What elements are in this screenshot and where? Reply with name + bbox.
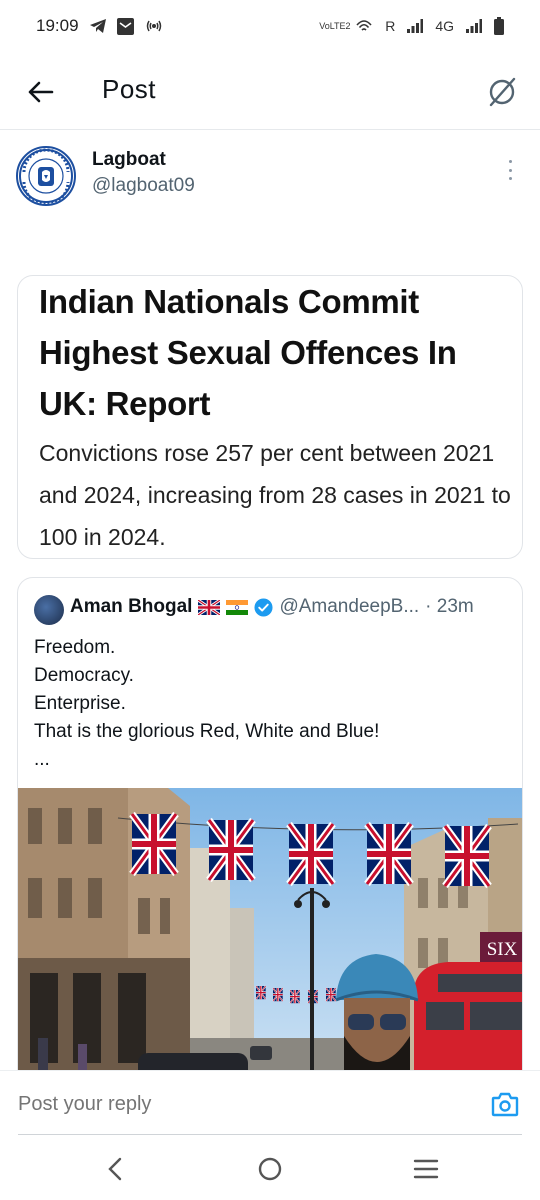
nav-back-button[interactable]: [100, 1154, 130, 1184]
article-headline: Indian Nationals Commit Highest Sexual O…: [39, 283, 457, 422]
chevron-left-icon: [108, 1157, 122, 1181]
street-photo-image: SIX: [18, 788, 522, 1086]
roaming-label: R: [385, 18, 396, 34]
quote-author-name[interactable]: Aman Bhogal: [70, 596, 192, 618]
battery-icon: [494, 17, 504, 35]
quote-author-avatar[interactable]: [34, 595, 64, 625]
author-handle[interactable]: @lagboat09: [92, 175, 195, 197]
millwall-crest-icon: [19, 148, 73, 204]
nav-home-button[interactable]: [255, 1154, 285, 1184]
system-nav-bar: [0, 1136, 540, 1200]
reply-bar: [0, 1070, 540, 1136]
more-dot-icon: [508, 177, 512, 180]
quote-header: Aman Bhogal @AmandeepB... · 23m: [70, 596, 474, 618]
signal-icon: [407, 19, 424, 33]
mail-icon: [116, 17, 134, 35]
quote-timestamp[interactable]: · 23m: [425, 596, 474, 618]
quote-line: Enterprise.: [34, 693, 126, 714]
camera-button[interactable]: [490, 1089, 520, 1119]
status-bar: 19:09 VoLTE2 R 4G: [0, 0, 540, 52]
verified-badge-icon: [254, 597, 273, 617]
india-flag-icon: [226, 599, 249, 615]
camera-icon: [491, 1092, 519, 1117]
reply-input[interactable]: [18, 1093, 318, 1116]
network-type-label: 4G: [435, 18, 454, 34]
quote-author-handle[interactable]: @AmandeepB...: [279, 596, 419, 618]
telegram-icon: [89, 18, 107, 34]
quoted-post[interactable]: Aman Bhogal @AmandeepB... · 23m Freedom.…: [17, 577, 523, 1087]
back-button[interactable]: [22, 74, 58, 110]
author-name[interactable]: Lagboat: [92, 149, 166, 171]
arrow-left-icon: [28, 81, 54, 103]
status-time: 19:09: [36, 16, 79, 35]
header-divider: [0, 129, 540, 130]
app-header: Post: [0, 60, 540, 124]
home-circle-icon: [258, 1157, 282, 1181]
uk-flag-icon: [198, 599, 221, 615]
page-title: Post: [102, 74, 157, 104]
more-options-button[interactable]: [500, 158, 520, 182]
nav-recents-button[interactable]: [411, 1154, 441, 1184]
signal-icon-2: [466, 19, 482, 33]
author-avatar[interactable]: [16, 146, 76, 206]
article-image-card[interactable]: Indian Nationals Commit Highest Sexual O…: [17, 275, 523, 559]
quote-photo[interactable]: SIX: [18, 788, 522, 1086]
quote-line: Freedom.: [34, 637, 116, 658]
grok-icon: [489, 77, 516, 107]
more-dot-icon: [508, 168, 512, 172]
quote-line: That is the glorious Red, White and Blue…: [34, 721, 380, 742]
six-sign-text: SIX: [487, 939, 518, 960]
hotspot-icon: [144, 18, 164, 34]
grok-button[interactable]: [482, 72, 522, 112]
quote-line: ...: [34, 749, 50, 770]
quote-line: Democracy.: [34, 665, 134, 686]
quote-text: Freedom. Democracy. Enterprise. That is …: [34, 634, 514, 774]
more-dot-icon: [508, 160, 512, 163]
article-summary: Convictions rose 257 per cent between 20…: [39, 440, 511, 550]
reply-divider: [18, 1134, 522, 1135]
volte-label: VoLTE2: [319, 21, 351, 31]
recents-menu-icon: [413, 1159, 439, 1179]
wifi-calling-icon: [355, 18, 373, 34]
